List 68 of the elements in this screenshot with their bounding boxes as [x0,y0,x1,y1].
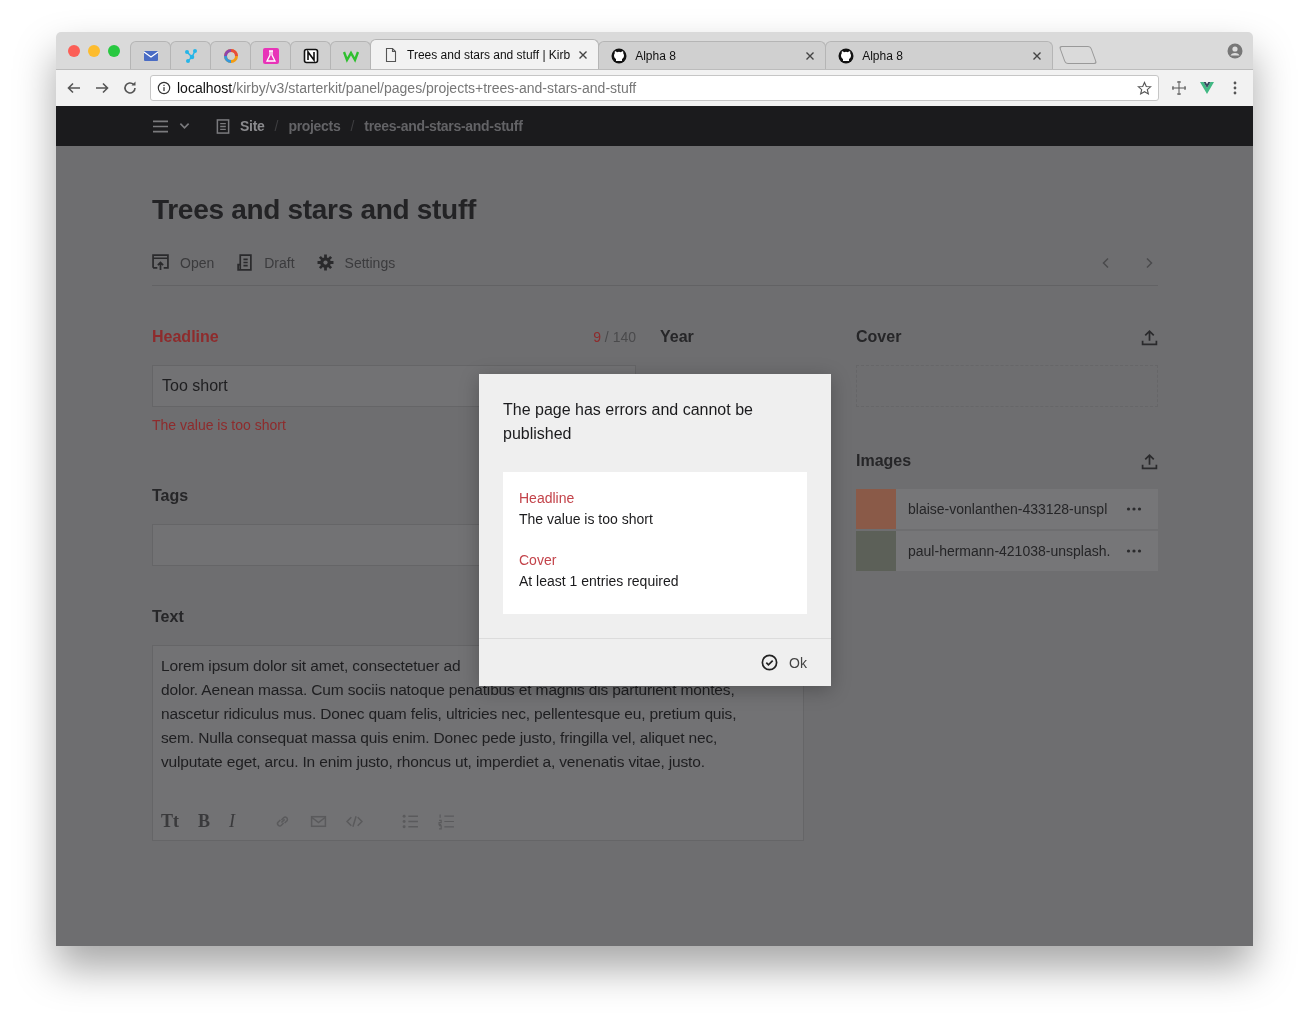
page-icon [216,118,230,134]
reload-icon [124,81,136,94]
document-icon [383,46,399,63]
field-label: Text [152,608,184,626]
error-message: The value is too short [519,510,654,529]
page-title: Trees and stars and stuff [152,193,478,227]
format-button[interactable]: I [229,812,235,830]
file-name: paul-hermann-421038-unsplash. [908,543,1112,559]
flask-icon [262,47,279,64]
error-field-name: Headline [519,489,576,508]
crosshair-icon[interactable] [1171,80,1187,96]
field-label: Tags [152,487,189,505]
upload-icon[interactable] [1141,328,1158,346]
close-tab-icon[interactable] [805,50,816,61]
ok-button[interactable]: Ok [761,654,807,671]
open-preview-icon [152,254,169,271]
breadcrumb-separator: / [274,118,279,134]
browser-tab[interactable]: Trees and stars and stuff | Kirb [370,39,600,69]
browser-tab[interactable]: Alpha 8 [825,41,1054,69]
document-icon [236,254,254,271]
settings-icon [316,254,334,271]
breadcrumb-separator: / [350,118,355,134]
browser-tab[interactable]: Alpha 8 [598,41,827,69]
breadcrumb-link[interactable]: trees-and-stars-and-stuff [364,118,523,134]
close-tab-icon[interactable] [1032,50,1043,61]
field-label: Cover [856,328,902,346]
error-field-name: Cover [519,551,558,570]
profile-icon[interactable] [1227,43,1243,59]
back-icon[interactable] [66,80,82,96]
chevron-down-icon[interactable] [179,122,190,130]
reload-icon[interactable] [122,80,138,96]
text-line: vulputate eget, arcu. In enim justo, rhoncus ut, imperdiet a, venenatis vitae, justo. [161,752,705,772]
url-path: /kirby/v3/starterkit/panel/pages/projects+trees-and-stars-and-stuff [232,80,637,96]
menu-icon[interactable] [152,118,169,134]
format-button[interactable]: B [198,812,210,830]
file-list-item[interactable]: blaise-vonlanthen-433128-unspl [856,489,1158,529]
text-line: sem. Nulla consequat massa quis enim. Donec pede justo, fringilla vel, aliquet nec, [161,728,718,748]
ring-icon [222,47,239,64]
previous-page-icon[interactable] [1101,256,1111,269]
forward-icon[interactable] [94,80,110,96]
more-options-icon[interactable] [1126,507,1142,511]
browser-tab[interactable] [290,41,331,69]
square-icon [302,47,319,64]
text-line: Lorem ipsum dolor sit amet, consectetuer ad [161,656,461,676]
breadcrumb-link[interactable]: projects [288,118,341,134]
character-count: 9 [593,329,601,345]
url-host: localhost [177,80,233,96]
address-bar[interactable]: localhost/kirby/v3/starterkit/panel/pages/projects+trees-and-stars-and-stuff [150,75,1159,101]
field-label: Images [856,452,912,470]
field-label: Year [660,328,694,346]
star-icon[interactable] [1137,80,1152,96]
info-icon [157,81,171,95]
upload-icon[interactable] [1141,452,1158,470]
file-list-item[interactable]: paul-hermann-421038-unsplash. [856,531,1158,571]
next-page-icon[interactable] [1144,256,1154,269]
v-logo-icon[interactable] [1199,80,1215,96]
more-options-icon[interactable] [1126,549,1142,553]
format-button[interactable]: Tt [161,812,179,830]
close-window-button[interactable] [68,44,80,57]
field-label: Headline [152,328,219,346]
breadcrumb-link[interactable]: Site [240,118,265,134]
check-circle-icon [761,654,779,671]
text-line: nascetur ridiculus mus. Donec quam felis, ultricies nec, pellentesque eu, pretium quis, [161,704,737,724]
close-tab-icon[interactable] [578,49,589,60]
network-icon [182,47,199,64]
file-name: blaise-vonlanthen-433128-unspl [908,501,1109,517]
error-message: At least 1 entries required [519,572,680,591]
error-message: The value is too short [152,417,287,433]
